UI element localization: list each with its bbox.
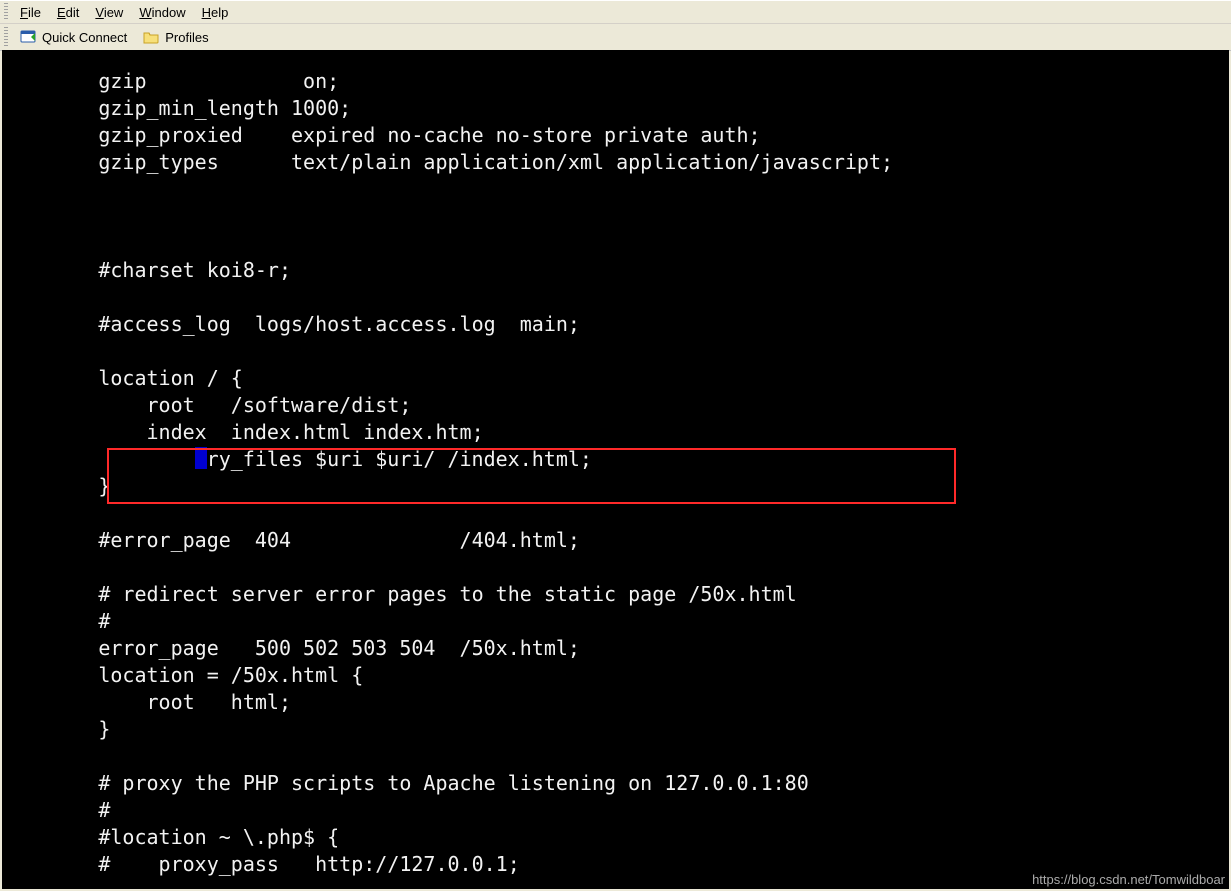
profiles-button[interactable]: Profiles	[135, 27, 216, 47]
menu-help[interactable]: Help	[194, 3, 237, 22]
text-cursor	[195, 447, 207, 469]
profiles-label: Profiles	[165, 30, 208, 45]
watermark-text: https://blog.csdn.net/Tomwildboar	[1032, 872, 1225, 887]
terminal-view[interactable]: gzip on; gzip_min_length 1000; gzip_prox…	[2, 50, 1229, 889]
menu-window[interactable]: Window	[131, 3, 193, 22]
grip-handle[interactable]	[4, 3, 8, 21]
menu-view[interactable]: View	[87, 3, 131, 22]
menu-bar: File Edit View Window Help	[0, 0, 1231, 24]
menu-file[interactable]: File	[12, 3, 49, 22]
quick-connect-label: Quick Connect	[42, 30, 127, 45]
terminal-text: gzip on; gzip_min_length 1000; gzip_prox…	[2, 50, 1229, 878]
toolbar: Quick Connect Profiles	[0, 24, 1231, 51]
quick-connect-icon	[20, 29, 36, 45]
folder-icon	[143, 29, 159, 45]
menu-edit[interactable]: Edit	[49, 3, 87, 22]
quick-connect-button[interactable]: Quick Connect	[12, 27, 135, 47]
grip-handle[interactable]	[4, 27, 8, 47]
